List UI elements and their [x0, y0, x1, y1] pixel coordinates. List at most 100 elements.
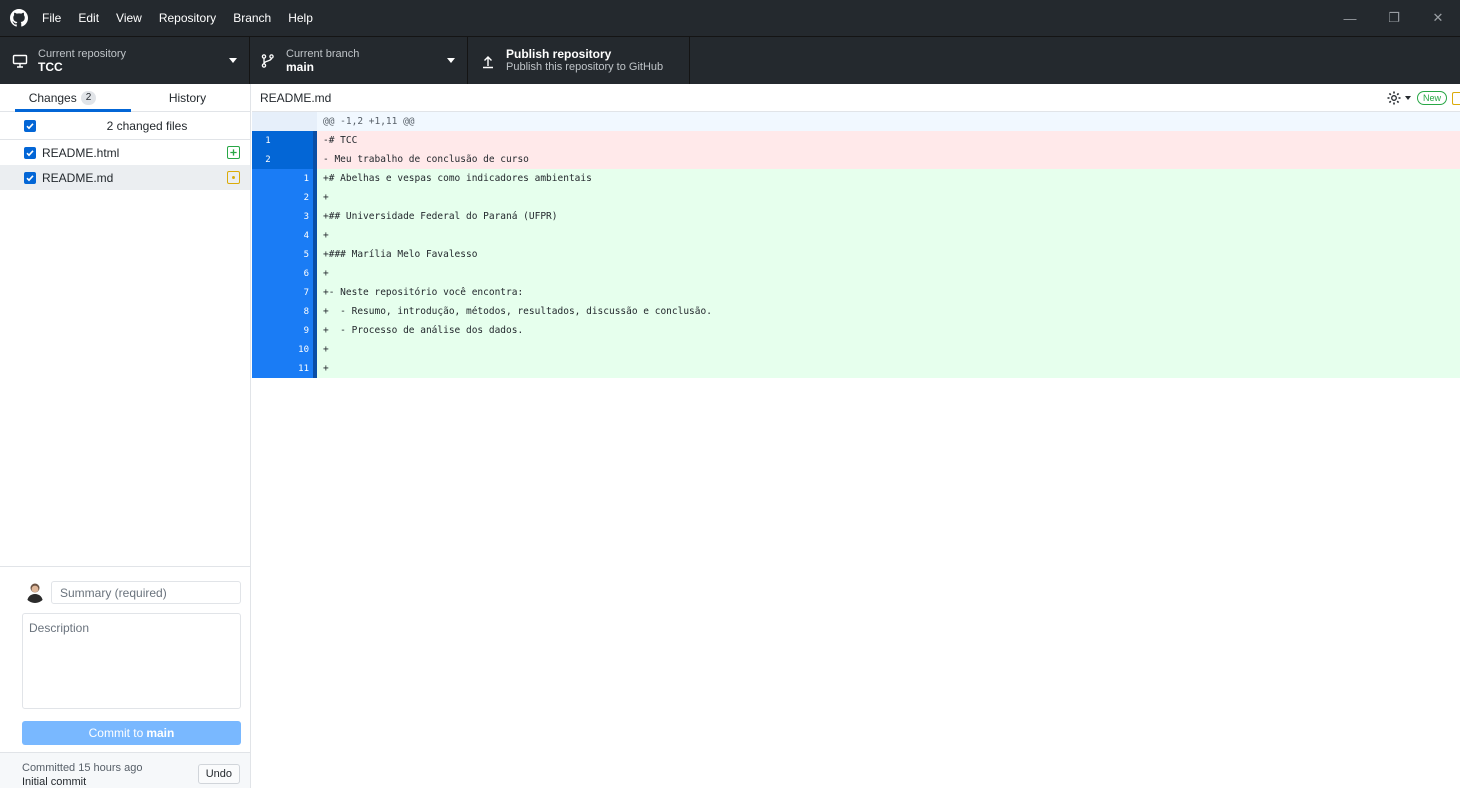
diff-line-added[interactable]: 5 +### Marília Melo Favalesso — [252, 245, 1460, 264]
diff-line-added[interactable]: 1 +# Abelhas e vespas como indicadores am… — [252, 169, 1460, 188]
undo-button[interactable]: Undo — [197, 764, 240, 784]
publish-repository-subtitle: Publish this repository to GitHub — [506, 60, 664, 73]
menu-view[interactable]: View — [116, 11, 142, 25]
file-added-icon — [227, 146, 240, 159]
current-branch-button[interactable]: Current branch main — [250, 37, 468, 84]
diff-line-added[interactable]: 10 + — [252, 340, 1460, 359]
old-line-number: 1 — [252, 131, 284, 150]
new-line-number: 11 — [284, 359, 317, 378]
diff-tools: New — [1386, 90, 1460, 106]
publish-repository-title: Publish repository — [506, 46, 612, 61]
new-line-number: 10 — [284, 340, 317, 359]
chevron-down-icon — [447, 58, 455, 63]
new-line-number: 4 — [284, 226, 317, 245]
diff-line-text: + - Processo de análise dos dados. — [317, 321, 1460, 340]
tab-history[interactable]: History — [125, 84, 250, 111]
sidebar-tabs: Changes 2 History — [0, 84, 250, 112]
diff-line-added[interactable]: 11 + — [252, 359, 1460, 378]
current-repository-label: Current repository — [38, 47, 127, 60]
sidebar: Changes 2 History 2 changed files README… — [0, 84, 251, 788]
old-line-number — [252, 207, 284, 226]
new-line-number — [284, 150, 317, 169]
diff-line-added[interactable]: 4 + — [252, 226, 1460, 245]
desktop-icon — [12, 54, 28, 68]
gear-icon[interactable] — [1386, 90, 1402, 106]
diff-line-text: +# Abelhas e vespas como indicadores amb… — [317, 169, 1460, 188]
changed-files-count: 2 changed files — [106, 118, 188, 133]
diff-line-text: + - Resumo, introdução, métodos, resulta… — [317, 302, 1460, 321]
diff-line-text: +- Neste repositório você encontra: — [317, 283, 1460, 302]
new-line-number: 8 — [284, 302, 317, 321]
old-line-number — [252, 283, 284, 302]
diff-line-deleted[interactable]: 2 - Meu trabalho de conclusão de curso — [252, 150, 1460, 169]
diff-line-text: -# TCC — [317, 131, 1460, 150]
tab-changes[interactable]: Changes 2 — [0, 84, 131, 112]
upload-icon — [483, 55, 493, 68]
old-line-number — [252, 188, 284, 207]
diff-line-text: + — [317, 340, 1460, 359]
chevron-down-icon[interactable] — [1404, 96, 1411, 100]
old-line-number — [252, 321, 284, 340]
file-row-readme-html[interactable]: README.html — [0, 140, 250, 165]
new-line-number: 6 — [284, 264, 317, 283]
diff-line-added[interactable]: 6 + — [252, 264, 1460, 283]
last-commit-time: Committed 15 hours ago — [22, 762, 143, 774]
avatar — [24, 581, 46, 603]
hunk-header-row: @@ -1,2 +1,11 @@ — [252, 112, 1460, 131]
current-repository-button[interactable]: Current repository TCC — [0, 37, 250, 84]
menu-repository[interactable]: Repository — [159, 11, 216, 25]
publish-repository-button[interactable]: Publish repository Publish this reposito… — [468, 37, 690, 84]
old-line-number: 2 — [252, 150, 284, 169]
old-line-number — [252, 359, 284, 378]
file-name: README.html — [42, 145, 120, 160]
toolbar: Current repository TCC Current branch ma… — [0, 36, 1460, 84]
new-line-number: 5 — [284, 245, 317, 264]
diff-line-text: + — [317, 188, 1460, 207]
changes-count-badge: 2 — [80, 90, 97, 105]
current-branch-value: main — [286, 59, 315, 74]
restore-button[interactable]: ❐ — [1372, 0, 1416, 36]
title-bar: File Edit View Repository Branch Help — … — [0, 0, 1460, 36]
description-field[interactable] — [22, 613, 241, 709]
file-modified-icon — [1452, 91, 1460, 105]
summary-input[interactable] — [51, 581, 241, 604]
old-line-number — [252, 226, 284, 245]
old-line-number — [252, 340, 284, 359]
new-line-number: 2 — [284, 188, 317, 207]
github-logo-icon — [10, 9, 28, 27]
hunk-header: @@ -1,2 +1,11 @@ — [317, 112, 1460, 131]
diff-line-deleted[interactable]: 1 -# TCC — [252, 131, 1460, 150]
new-line-number: 9 — [284, 321, 317, 340]
new-line-number — [284, 131, 317, 150]
minimize-button[interactable]: — — [1328, 0, 1372, 36]
diff-line-added[interactable]: 7 +- Neste repositório você encontra: — [252, 283, 1460, 302]
old-line-number — [252, 302, 284, 321]
new-line-number: 7 — [284, 283, 317, 302]
tab-history-label: History — [168, 90, 207, 105]
file-checkbox[interactable] — [24, 146, 36, 159]
diff-pane: README.md New @@ -1,2 +1,11 @@ 1 -# TCC 2-… — [252, 84, 1460, 788]
file-modified-icon — [227, 171, 240, 184]
last-commit-bar: Committed 15 hours ago Initial commit Un… — [0, 752, 250, 788]
new-line-number: 1 — [284, 169, 317, 188]
file-row-readme-md[interactable]: README.md — [0, 165, 250, 190]
menu-edit[interactable]: Edit — [78, 11, 99, 25]
commit-button-branch: main — [146, 726, 175, 740]
new-line-number: 3 — [284, 207, 317, 226]
menu-help[interactable]: Help — [288, 11, 313, 25]
diff-line-added[interactable]: 8 + - Resumo, introdução, métodos, result… — [252, 302, 1460, 321]
menu-file[interactable]: File — [42, 11, 61, 25]
select-all-checkbox[interactable] — [24, 119, 36, 132]
new-file-badge: New — [1416, 91, 1447, 105]
diff-line-text: + — [317, 226, 1460, 245]
current-branch-label: Current branch — [286, 47, 360, 60]
old-line-number — [252, 169, 284, 188]
diff-line-added[interactable]: 3 +## Universidade Federal do Paraná (UFP… — [252, 207, 1460, 226]
last-commit-message: Initial commit — [22, 776, 87, 788]
diff-line-added[interactable]: 2 + — [252, 188, 1460, 207]
commit-button[interactable]: Commit to main — [22, 721, 241, 745]
close-button[interactable]: ✕ — [1416, 0, 1460, 36]
diff-line-added[interactable]: 9 + - Processo de análise dos dados. — [252, 321, 1460, 340]
menu-branch[interactable]: Branch — [233, 11, 271, 25]
file-checkbox[interactable] — [24, 171, 36, 184]
